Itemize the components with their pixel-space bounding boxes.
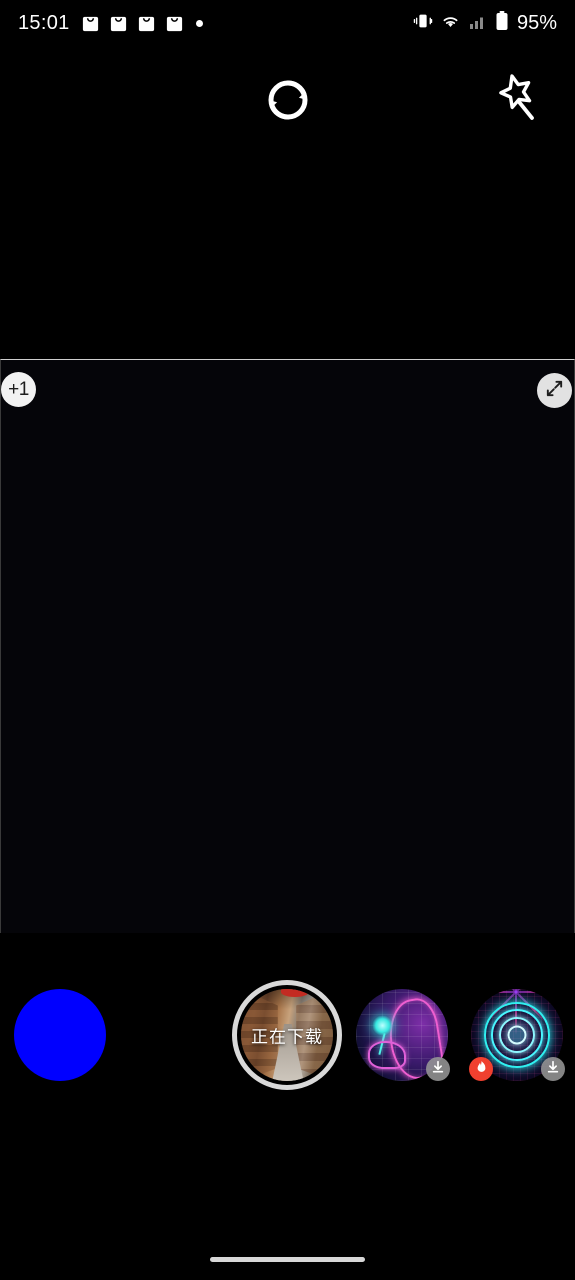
shopping-bag-icon: [81, 14, 100, 33]
thumbnail-solid-color-swatch[interactable]: [14, 989, 106, 1081]
alley-red-awning: [281, 989, 310, 998]
thumbnail-neon-girl-art[interactable]: [356, 989, 450, 1081]
preview-canvas[interactable]: [0, 359, 575, 933]
thumbnail-image: 正在下载: [241, 989, 333, 1081]
expand-button[interactable]: [537, 373, 572, 408]
flame-icon: [475, 1060, 488, 1078]
thumbnail-alley-photo[interactable]: 正在下载: [232, 980, 342, 1090]
neon-rose-glow: [372, 1015, 393, 1036]
magic-wand-button[interactable]: [484, 68, 544, 130]
shopping-bag-icon: [109, 14, 128, 33]
thumbnail-strip[interactable]: 正在下载: [0, 980, 575, 1100]
status-clock: 15:01: [18, 11, 70, 34]
rotate-button[interactable]: [256, 70, 320, 134]
mandala-core: [507, 1025, 527, 1045]
magic-wand-icon: [489, 71, 539, 128]
thumbnail-neon-mandala-art[interactable]: [469, 989, 565, 1081]
battery-icon: [495, 10, 509, 37]
expand-icon: [544, 378, 565, 404]
thumbnail-image: [14, 989, 106, 1081]
status-bar-left: 15:01: [18, 12, 203, 35]
cellular-signal-icon: [468, 11, 488, 36]
rotate-icon: [262, 74, 314, 131]
hot-badge[interactable]: [469, 1057, 493, 1081]
home-gesture-pill[interactable]: [210, 1256, 365, 1262]
gesture-navigation-bar: [0, 1238, 575, 1280]
downloading-label: 正在下载: [251, 1027, 323, 1047]
status-bar: 15:01 95%: [0, 0, 575, 46]
battery-percent-label: 95%: [516, 11, 557, 34]
overlay-count-badge[interactable]: +1: [1, 372, 36, 407]
download-badge[interactable]: [426, 1057, 450, 1081]
download-badge[interactable]: [541, 1057, 565, 1081]
dot-icon: [195, 19, 203, 27]
status-bar-right: 95%: [413, 10, 557, 37]
top-toolbar: [0, 46, 575, 156]
neon-hand-outline: [368, 1041, 406, 1069]
download-icon: [546, 1060, 560, 1079]
wifi-icon: [440, 11, 461, 36]
vibrate-icon: [413, 11, 433, 36]
shopping-bag-icon: [165, 14, 184, 33]
download-icon: [431, 1060, 445, 1079]
shopping-bag-icon: [137, 14, 156, 33]
